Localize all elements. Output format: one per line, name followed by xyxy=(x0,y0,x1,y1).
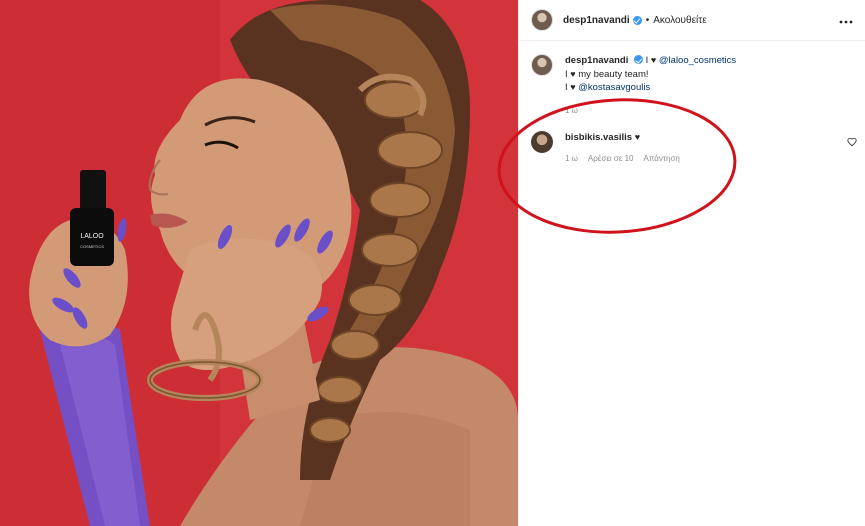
black-heart-icon: ♥ xyxy=(650,55,657,65)
caption-username[interactable]: desp1navandi xyxy=(565,55,628,66)
reply-button[interactable]: Απάντηση xyxy=(644,153,680,165)
mention-kostas[interactable]: @kostasavgoulis xyxy=(578,82,650,93)
caption-avatar[interactable] xyxy=(531,54,553,76)
comment-item: bisbikis.vasilis ♥ 1 ω Αρέσει σε 10 Απάν… xyxy=(531,131,861,165)
caption-line2-prefix: I xyxy=(565,68,568,80)
verified-badge-icon xyxy=(632,15,642,25)
more-options-icon[interactable] xyxy=(839,12,853,26)
caption-line-2: I ♥ my beauty team! xyxy=(565,68,736,82)
following-button[interactable]: Ακολουθείτε xyxy=(653,15,706,26)
comment-timestamp[interactable]: 1 ω xyxy=(565,153,578,165)
commenter-avatar[interactable] xyxy=(531,131,553,153)
comment-likes-count[interactable]: Αρέσει σε 10 xyxy=(588,153,634,165)
caption-line1-prefix: I xyxy=(645,55,649,66)
comment-body: bisbikis.vasilis ♥ 1 ω Αρέσει σε 10 Απάν… xyxy=(565,131,680,165)
commenter-username[interactable]: bisbikis.vasilis xyxy=(565,132,632,143)
caption-text: desp1navandi I ♥ @laloo_cosmetics I ♥ my… xyxy=(565,54,736,95)
caption-verified-icon xyxy=(634,55,643,64)
caption-line-3: I ♥ @kostasavgoulis xyxy=(565,81,736,95)
like-heart-icon[interactable] xyxy=(847,137,857,147)
caption-timestamp[interactable]: 1 ω xyxy=(565,106,578,115)
post-photo-illustration: LALOO COSMETICS xyxy=(0,0,518,526)
post-photo[interactable]: LALOO COSMETICS xyxy=(0,0,518,526)
author-avatar[interactable] xyxy=(531,9,553,31)
caption-line2-text: my beauty team! xyxy=(578,68,649,80)
mention-laloo[interactable]: @laloo_cosmetics xyxy=(659,55,736,66)
post-header: desp1navandi • Ακολουθείτε xyxy=(519,0,865,41)
header-separator: • xyxy=(645,14,650,26)
black-heart-icon: ♥ xyxy=(570,68,576,79)
bottle-sub: COSMETICS xyxy=(80,244,104,249)
caption-line3-prefix: I xyxy=(565,82,568,93)
post-side-panel: desp1navandi • Ακολουθείτε desp1navandi … xyxy=(518,0,865,526)
bottle-brand: LALOO xyxy=(80,233,104,240)
black-heart-icon: ♥ xyxy=(570,82,576,92)
caption-line-1: desp1navandi I ♥ @laloo_cosmetics xyxy=(565,54,736,68)
author-username[interactable]: desp1navandi xyxy=(563,15,630,26)
post-caption: desp1navandi I ♥ @laloo_cosmetics I ♥ my… xyxy=(531,54,851,95)
comment-meta: 1 ω Αρέσει σε 10 Απάντηση xyxy=(565,153,680,165)
black-heart-icon: ♥ xyxy=(634,132,641,142)
